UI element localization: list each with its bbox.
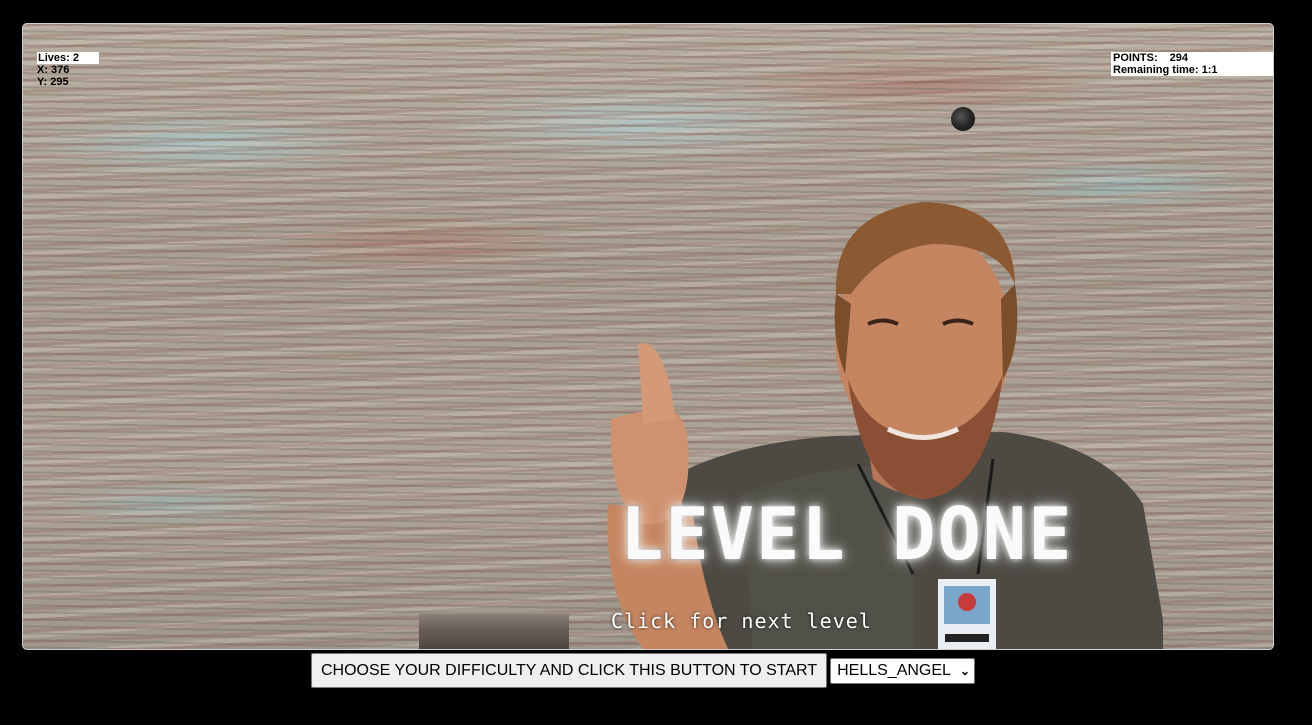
thumbs-up-character bbox=[607, 202, 1163, 649]
points-row: POINTS: 294 bbox=[1113, 52, 1273, 64]
points-label: POINTS: bbox=[1113, 52, 1158, 64]
remaining-time: Remaining time: 1:1 bbox=[1113, 64, 1218, 76]
y-coordinate: Y: 295 bbox=[37, 76, 69, 88]
ball bbox=[951, 107, 975, 131]
paddle[interactable] bbox=[419, 612, 569, 649]
points-value: 294 bbox=[1169, 52, 1188, 64]
level-done-title: LEVEL DONE bbox=[620, 492, 1074, 576]
start-button[interactable]: CHOOSE YOUR DIFFICULTY AND CLICK THIS BU… bbox=[311, 653, 828, 688]
x-coordinate: X: 376 bbox=[37, 64, 70, 76]
difficulty-select[interactable]: HELLS_ANGEL ⌄ bbox=[830, 657, 976, 684]
chevron-down-icon: ⌄ bbox=[960, 663, 971, 678]
lives-counter: Lives: 2 bbox=[37, 52, 99, 64]
next-level-link[interactable]: Click for next level bbox=[611, 609, 872, 633]
hud-player-stats: Lives: 2 X: 376 Y: 295 bbox=[37, 52, 99, 88]
game-controls: CHOOSE YOUR DIFFICULTY AND CLICK THIS BU… bbox=[311, 653, 976, 688]
difficulty-selected-value: HELLS_ANGEL bbox=[837, 661, 951, 679]
hud-score-panel: POINTS: 294 Remaining time: 1:1 bbox=[1111, 52, 1273, 76]
game-canvas[interactable]: Lives: 2 X: 376 Y: 295 POINTS: 294 Remain… bbox=[22, 23, 1274, 650]
